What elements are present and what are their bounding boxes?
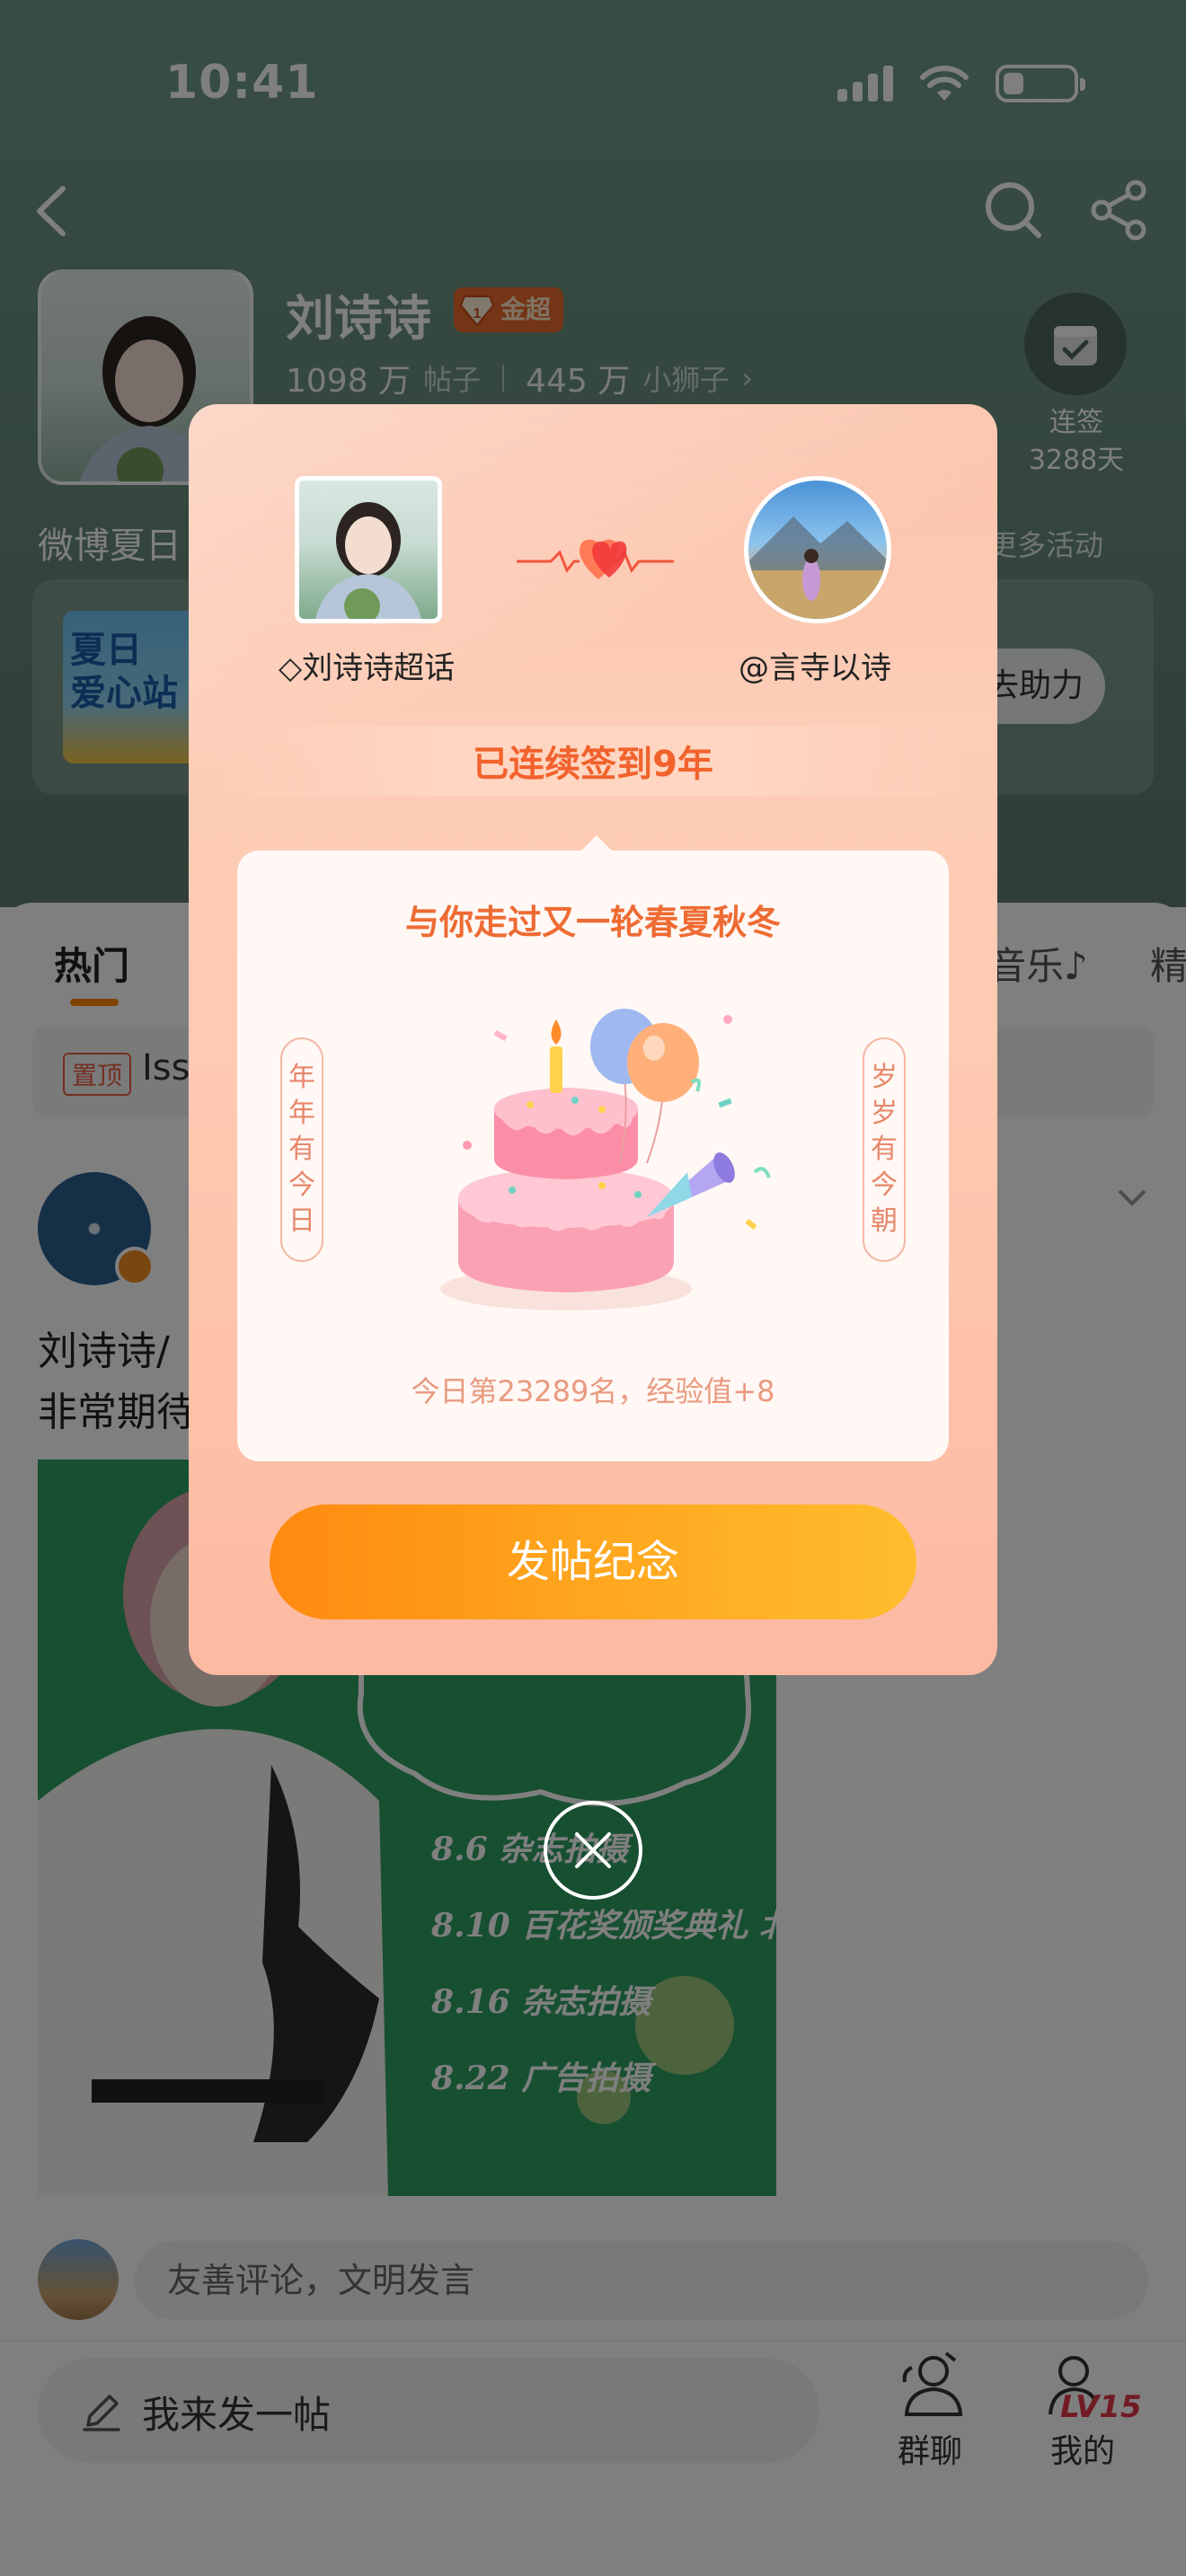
streak-text: 已连续签到9年 bbox=[473, 744, 713, 785]
birthday-cake-icon bbox=[440, 1009, 771, 1310]
card-notch bbox=[580, 835, 613, 851]
close-button[interactable] bbox=[544, 1801, 642, 1900]
side-label-right: 岁岁有今朝 bbox=[863, 1037, 906, 1262]
card-title: 与你走过又一轮春夏秋冬 bbox=[404, 903, 781, 942]
diamond-outline-icon: ◇ bbox=[279, 650, 303, 686]
supertopic-avatar bbox=[295, 476, 442, 623]
supertopic-name: ◇刘诗诗超话 bbox=[279, 650, 456, 686]
heartbeat-icon bbox=[517, 539, 674, 579]
user-avatar bbox=[744, 476, 891, 623]
side-label-left: 年年有今日 bbox=[280, 1037, 323, 1262]
username: @言寺以诗 bbox=[739, 650, 891, 686]
rank-experience-text: 今日第23289名，经验值+8 bbox=[411, 1374, 775, 1408]
close-icon bbox=[575, 1832, 611, 1868]
commemorate-post-button[interactable]: 发帖纪念 bbox=[270, 1504, 916, 1619]
